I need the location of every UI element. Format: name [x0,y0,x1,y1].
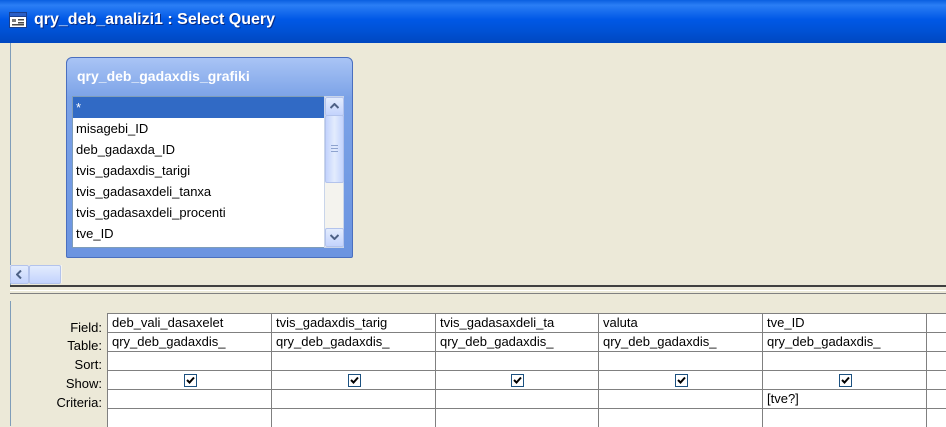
sort-cell[interactable] [108,352,271,371]
checkbox-checked-icon [677,376,686,384]
row-label-sort: Sort: [74,357,102,372]
field-list-item[interactable]: misagebi_ID [73,118,324,139]
show-checkbox[interactable] [348,374,361,387]
show-cell[interactable] [927,371,946,390]
field-list-item[interactable]: tvis_gadasaxdeli_tanxa [73,181,324,202]
window-title: qry_deb_analizi1 : Select Query [34,11,275,28]
field-cell[interactable] [927,314,946,333]
criteria-cell[interactable] [927,390,946,409]
table-cell[interactable]: qry_deb_gadaxdis_ [436,333,598,352]
grid-column[interactable]: tvis_gadaxdis_tarig qry_deb_gadaxdis_ [271,314,435,427]
field-list[interactable]: * misagebi_ID deb_gadaxda_ID tvis_gadaxd… [72,96,325,248]
field-cell[interactable]: valuta [599,314,762,333]
or-cell[interactable] [272,409,435,427]
field-cell[interactable]: tve_ID [763,314,926,333]
scroll-up-button[interactable] [325,97,344,116]
field-list-item[interactable]: deb_gadaxda_ID [73,139,324,160]
sort-cell[interactable] [272,352,435,371]
field-list-item[interactable]: tvis_gadaxdis_tarigi [73,160,324,181]
show-cell[interactable] [272,371,435,390]
criteria-cell[interactable] [436,390,598,409]
show-cell[interactable] [599,371,762,390]
table-cell[interactable]: qry_deb_gadaxdis_ [763,333,926,352]
row-label-show: Show: [65,376,102,391]
chevron-up-icon [330,103,339,109]
criteria-cell[interactable] [599,390,762,409]
field-cell[interactable]: tvis_gadaxdis_tarig [272,314,435,333]
grid-column[interactable]: deb_vali_dasaxelet qry_deb_gadaxdis_ [107,314,271,427]
design-pane-hscrollbar[interactable] [10,265,62,284]
show-cell[interactable] [108,371,271,390]
scroll-down-button[interactable] [325,228,344,247]
hscroll-thumb[interactable] [29,265,61,284]
sort-cell[interactable] [927,352,946,371]
pane-splitter[interactable] [10,285,946,302]
field-cell[interactable]: deb_vali_dasaxelet [108,314,271,333]
sort-cell[interactable] [763,352,926,371]
field-cell[interactable]: tvis_gadasaxdeli_ta [436,314,598,333]
show-checkbox[interactable] [184,374,197,387]
field-list-window[interactable]: qry_deb_gadaxdis_grafiki * misagebi_ID d… [66,57,353,258]
query-window-icon [9,12,27,28]
field-list-title[interactable]: qry_deb_gadaxdis_grafiki [77,68,250,84]
scroll-thumb[interactable] [325,115,344,183]
sort-cell[interactable] [599,352,762,371]
grid-column-empty[interactable] [926,314,946,427]
checkbox-checked-icon [513,376,522,384]
or-cell[interactable] [763,409,926,427]
grid-column[interactable]: valuta qry_deb_gadaxdis_ [598,314,762,427]
checkbox-checked-icon [350,376,359,384]
query-design-grid[interactable]: deb_vali_dasaxelet qry_deb_gadaxdis_ tvi… [107,313,946,427]
chevron-left-icon [16,270,22,279]
show-checkbox[interactable] [675,374,688,387]
field-list-item-all[interactable]: * [73,97,324,118]
scroll-left-button[interactable] [10,265,29,284]
field-list-item[interactable]: tve_ID [73,223,324,244]
chevron-down-icon [330,234,339,240]
or-cell[interactable] [436,409,598,427]
criteria-cell[interactable] [272,390,435,409]
field-list-scrollbar[interactable] [324,96,344,248]
grid-column[interactable]: tve_ID qry_deb_gadaxdis_ [tve?] [762,314,926,427]
row-label-table: Table: [67,338,102,353]
show-checkbox[interactable] [511,374,524,387]
row-label-criteria: Criteria: [56,395,102,410]
sort-cell[interactable] [436,352,598,371]
title-bar[interactable]: qry_deb_analizi1 : Select Query [0,0,946,43]
grid-column[interactable]: tvis_gadasaxdeli_ta qry_deb_gadaxdis_ [435,314,598,427]
show-checkbox[interactable] [839,374,852,387]
table-cell[interactable]: qry_deb_gadaxdis_ [599,333,762,352]
checkbox-checked-icon [841,376,850,384]
show-cell[interactable] [436,371,598,390]
show-cell[interactable] [763,371,926,390]
criteria-cell[interactable]: [tve?] [763,390,926,409]
checkbox-checked-icon [186,376,195,384]
or-cell[interactable] [599,409,762,427]
table-cell[interactable] [927,333,946,352]
criteria-cell[interactable] [108,390,271,409]
table-cell[interactable]: qry_deb_gadaxdis_ [108,333,271,352]
field-list-item[interactable]: tvis_gadasaxdeli_procenti [73,202,324,223]
table-cell[interactable]: qry_deb_gadaxdis_ [272,333,435,352]
row-label-field: Field: [70,320,102,335]
or-cell[interactable] [108,409,271,427]
